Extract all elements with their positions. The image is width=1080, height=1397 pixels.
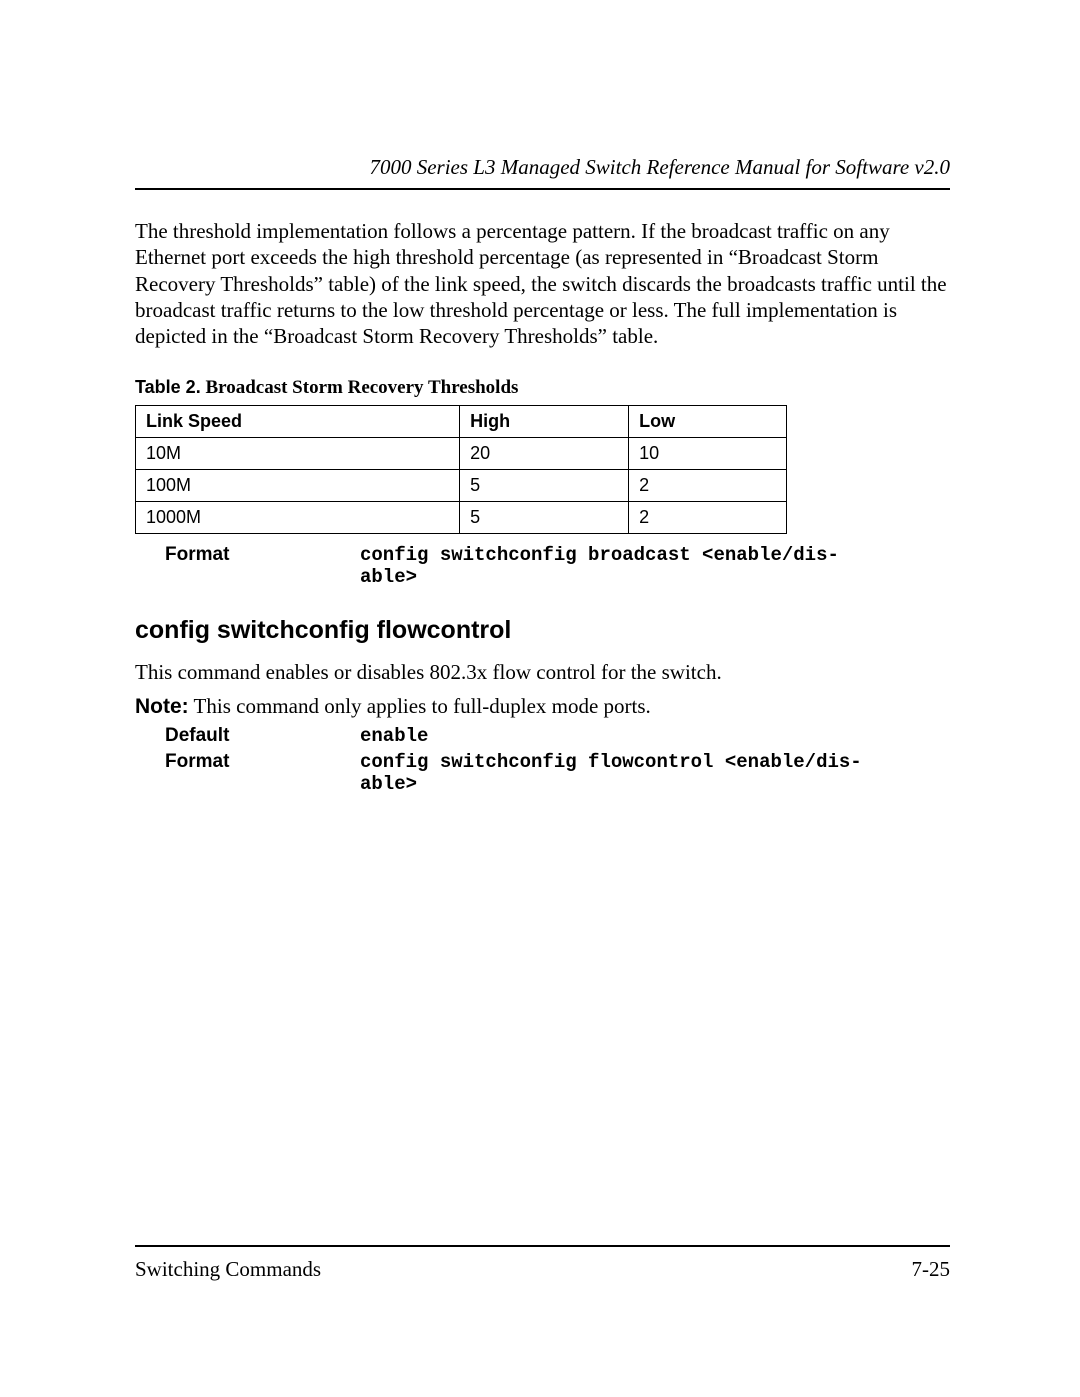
default-value: enable [360,725,950,747]
cell-high: 20 [460,438,629,470]
document-page: 7000 Series L3 Managed Switch Reference … [0,0,1080,1397]
note-label: Note: [135,695,189,718]
thresholds-table: Link Speed High Low 10M 20 10 100M 5 2 1… [135,405,787,534]
table-row: 1000M 5 2 [136,502,787,534]
cell-high: 5 [460,470,629,502]
page-footer: Switching Commands 7-25 [135,1245,950,1282]
section-heading-flowcontrol: config switchconfig flowcontrol [135,616,950,645]
broadcast-format-row: Format config switchconfig broadcast <en… [165,544,950,588]
table-caption-label: Table 2. [135,377,201,397]
format-label: Format [165,544,360,588]
format-value: config switchconfig flowcontrol <enable/… [360,751,950,795]
cell-link-speed: 1000M [136,502,460,534]
table-row: 10M 20 10 [136,438,787,470]
cell-low: 2 [629,502,787,534]
flowcontrol-default-row: Default enable [165,725,950,747]
format-label: Format [165,751,360,795]
format-value: config switchconfig broadcast <enable/di… [360,544,950,588]
cell-low: 2 [629,470,787,502]
default-label: Default [165,725,360,747]
flowcontrol-note: Note: This command only applies to full-… [135,694,950,719]
cell-link-speed: 10M [136,438,460,470]
table-header-row: Link Speed High Low [136,406,787,438]
cell-high: 5 [460,502,629,534]
flowcontrol-description: This command enables or disables 802.3x … [135,659,950,685]
cell-link-speed: 100M [136,470,460,502]
col-low: Low [629,406,787,438]
running-header: 7000 Series L3 Managed Switch Reference … [135,155,950,190]
table-caption-title: Broadcast Storm Recovery Thresholds [205,377,518,398]
note-text: This command only applies to full-duplex… [189,694,651,718]
col-high: High [460,406,629,438]
col-link-speed: Link Speed [136,406,460,438]
footer-section-name: Switching Commands [135,1257,321,1282]
table-row: 100M 5 2 [136,470,787,502]
flowcontrol-format-row: Format config switchconfig flowcontrol <… [165,751,950,795]
table-caption: Table 2. Broadcast Storm Recovery Thresh… [135,377,950,399]
footer-page-number: 7-25 [912,1257,951,1282]
cell-low: 10 [629,438,787,470]
intro-paragraph: The threshold implementation follows a p… [135,218,950,349]
